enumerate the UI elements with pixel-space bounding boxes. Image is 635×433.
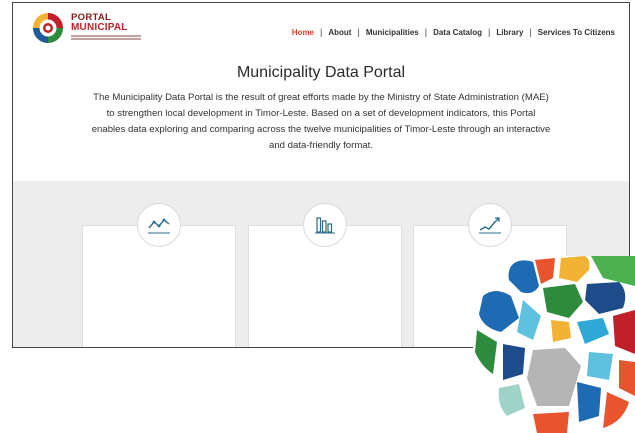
intro-section: Municipality Data Portal The Municipalit…: [13, 53, 629, 181]
nav-library[interactable]: Library: [490, 28, 529, 37]
nav-about[interactable]: About: [322, 28, 357, 37]
line-chart-icon: [137, 203, 181, 247]
page-title: Municipality Data Portal: [236, 64, 406, 81]
nav-services-to-citizens[interactable]: Services To Citizens: [532, 28, 621, 37]
nav-municipalities[interactable]: Municipalities: [360, 28, 425, 37]
logo-line-2: MUNICIPAL: [71, 22, 128, 33]
trend-chart-icon: [468, 203, 512, 247]
site-header: PORTAL MUNICIPAL Home | About | Municipa…: [13, 3, 629, 54]
nav-home[interactable]: Home: [286, 28, 320, 37]
main-nav: Home | About | Municipalities | Data Cat…: [286, 27, 621, 37]
intro-paragraph: The Municipality Data Portal is the resu…: [91, 92, 551, 151]
portal-logo[interactable]: PORTAL MUNICIPAL: [31, 11, 151, 45]
nav-data-catalog[interactable]: Data Catalog: [427, 28, 488, 37]
bar-chart-icon: [303, 203, 347, 247]
logo-emblem-icon: [33, 13, 63, 43]
mosaic-logo-decoration: [473, 256, 635, 433]
logo-tagline-lines: [71, 35, 141, 42]
mosaic-pattern-icon: [475, 256, 635, 433]
